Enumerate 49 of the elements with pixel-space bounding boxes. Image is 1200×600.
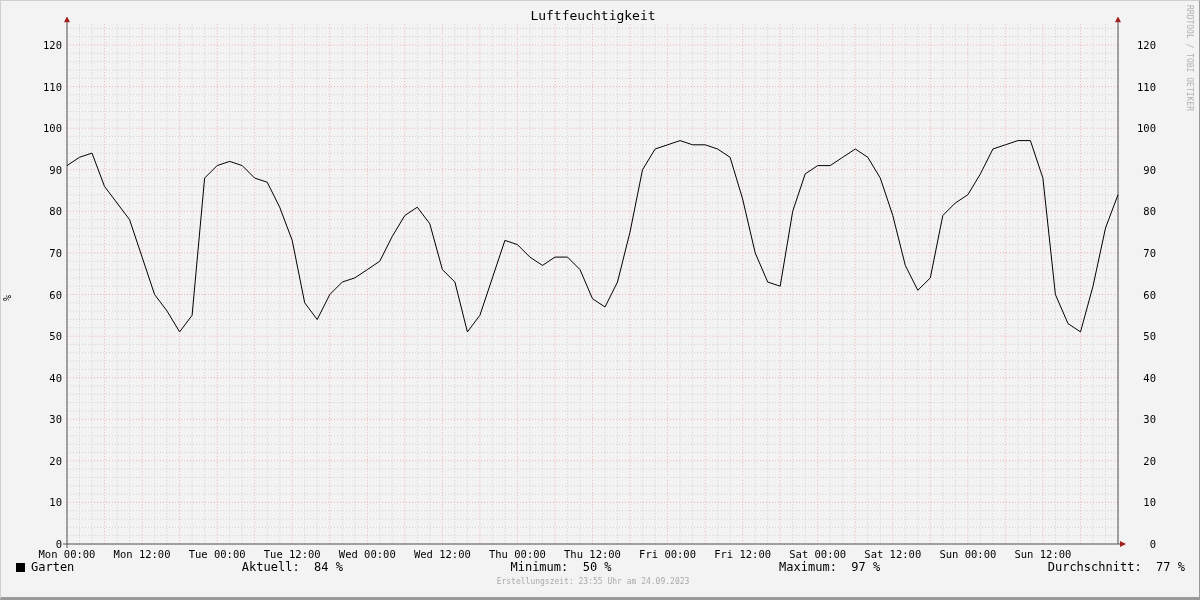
x-tick-label: Fri 12:00: [714, 548, 772, 560]
y-tick-label: 80: [1143, 205, 1156, 218]
y-tick-label: 80: [49, 205, 62, 218]
x-tick-label: Mon 12:00: [113, 548, 171, 560]
graph-title: Luftfeuchtigkeit: [529, 7, 657, 23]
x-tick-label: Thu 12:00: [564, 548, 621, 560]
x-tick-label: Sun 00:00: [939, 548, 997, 560]
y-tick-label: 10: [49, 496, 62, 509]
x-tick-label: Sat 00:00: [789, 548, 847, 560]
stat-text: Maximum: 97 %: [779, 560, 881, 574]
x-tick-label: Tue 12:00: [263, 548, 321, 560]
y-tick-label: 110: [43, 80, 62, 93]
legend-label: Garten: [31, 560, 75, 574]
y-tick-label: 0: [55, 538, 62, 550]
stat-text: Minimum: 50 %: [510, 560, 612, 574]
y-tick-label: 90: [49, 163, 62, 176]
y-tick-label: 30: [49, 413, 62, 426]
y-tick-label: 0: [1149, 538, 1156, 550]
x-tick-label: Tue 00:00: [188, 548, 246, 560]
stat-text: Aktuell: 84 %: [241, 560, 343, 574]
x-tick-label: Sat 12:00: [864, 548, 922, 560]
y-tick-label: 100: [1137, 122, 1156, 135]
y-tick-label: 20: [49, 454, 62, 467]
x-tick-label: Mon 00:00: [38, 548, 96, 560]
y-tick-label: 50: [1143, 330, 1156, 343]
credit-text: RRDTOOL / TOBI OETIKER: [1185, 5, 1194, 111]
y-tick-label: 30: [1143, 413, 1156, 426]
y-tick-label: 110: [1137, 80, 1156, 93]
x-tick-label: Wed 12:00: [413, 548, 471, 560]
y-tick-label: 40: [1143, 371, 1156, 384]
x-tick-label: Wed 00:00: [338, 548, 396, 560]
y-tick-label: 120: [43, 39, 62, 51]
y-tick-label: 90: [1143, 163, 1156, 176]
y-tick-label: 20: [1143, 454, 1156, 467]
y-tick-label: 70: [1143, 246, 1156, 259]
y-tick-label: 100: [43, 122, 62, 135]
y-tick-label: 120: [1137, 39, 1156, 51]
stat-text: Durchschnitt: 77 %: [1047, 560, 1185, 574]
x-tick-label: Thu 00:00: [489, 548, 546, 560]
x-tick-label: Fri 00:00: [639, 548, 696, 560]
y-tick-label: 60: [1143, 288, 1156, 301]
y-tick-label: 60: [49, 288, 62, 301]
y-tick-label: 10: [1143, 496, 1156, 509]
y-tick-label: 50: [49, 330, 62, 343]
x-tick-label: Sun 12:00: [1014, 548, 1072, 560]
y-tick-label: 40: [49, 371, 62, 384]
y-tick-label: 70: [49, 246, 62, 259]
creation-time-text: Erstellungszeit: 23:55 Uhr am 24.09.2023: [495, 577, 691, 586]
y-axis-label: %: [3, 293, 13, 301]
